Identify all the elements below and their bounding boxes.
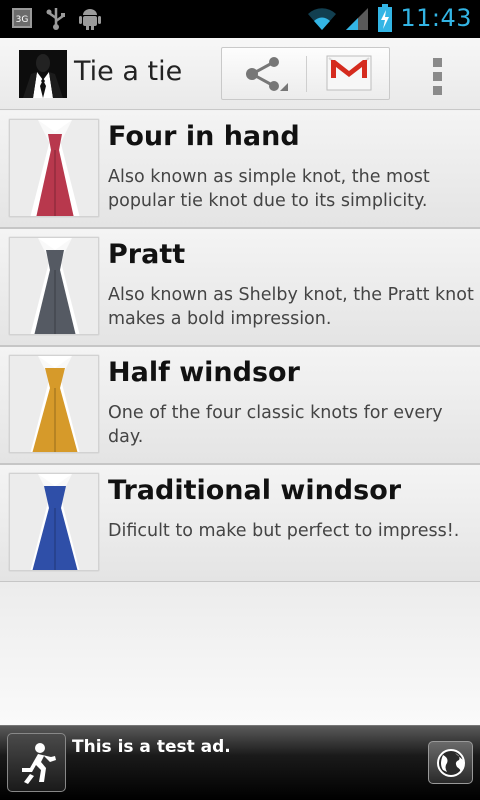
knot-description: Dificult to make but perfect to impress!… [108, 521, 460, 541]
status-bar: 3G 11:43 [0, 0, 480, 38]
knot-title: Pratt [108, 239, 186, 270]
ad-banner[interactable]: This is a test ad. [0, 725, 480, 800]
overflow-menu-icon [433, 58, 442, 67]
list-item-pratt[interactable]: Pratt Also known as Shelby knot, the Pra… [0, 229, 480, 347]
battery-charging-icon [378, 4, 393, 32]
wifi-icon [308, 8, 337, 30]
tie-thumbnail [9, 473, 99, 571]
action-buttons-group [221, 47, 390, 100]
knot-description: Also known as simple knot, the most popu… [108, 167, 430, 211]
knot-title: Half windsor [108, 357, 300, 388]
list-empty-area [0, 582, 480, 725]
knot-description: Also known as Shelby knot, the Pratt kno… [108, 285, 474, 329]
tie-thumbnail [9, 237, 99, 335]
overflow-menu-button[interactable] [420, 52, 456, 96]
knot-title: Traditional windsor [108, 475, 402, 506]
list-item-four-in-hand[interactable]: Four in hand Also known as simple knot, … [0, 111, 480, 229]
knot-description: One of the four classic knots for every … [108, 403, 443, 447]
gmail-icon [326, 55, 372, 91]
ad-text: This is a test ad. [72, 737, 231, 757]
svg-text:3G: 3G [16, 15, 29, 25]
tie-thumbnail [9, 119, 99, 217]
tie-thumbnail [9, 355, 99, 453]
clock: 11:43 [400, 4, 472, 32]
app-logo-icon[interactable] [19, 50, 67, 98]
usb-icon [46, 8, 65, 30]
knot-title: Four in hand [108, 121, 300, 152]
app-title: Tie a tie [74, 56, 183, 87]
share-icon [246, 57, 288, 91]
globe-icon[interactable] [428, 741, 473, 784]
signal-icon [346, 8, 369, 30]
3g-icon: 3G [12, 8, 32, 28]
android-debug-icon [79, 9, 101, 30]
action-bar: Tie a tie [0, 38, 480, 110]
knot-list: Four in hand Also known as simple knot, … [0, 111, 480, 583]
gmail-button[interactable] [307, 48, 390, 99]
list-item-half-windsor[interactable]: Half windsor One of the four classic kno… [0, 347, 480, 465]
share-button[interactable] [222, 48, 306, 99]
running-man-icon[interactable] [7, 733, 66, 792]
list-item-traditional-windsor[interactable]: Traditional windsor Dificult to make but… [0, 465, 480, 583]
